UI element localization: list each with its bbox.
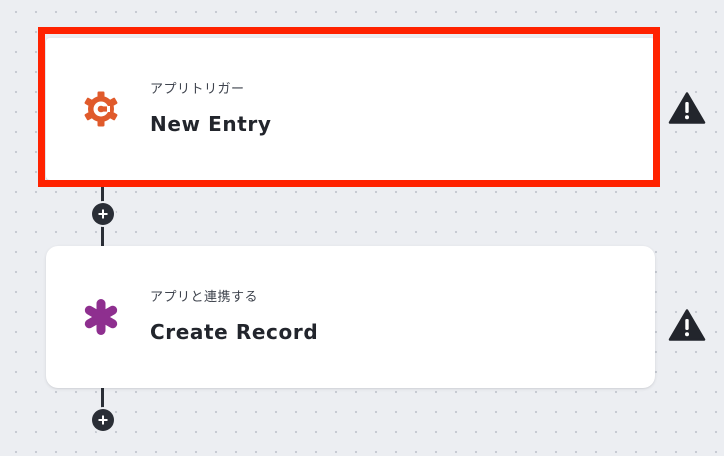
add-step-button[interactable]	[92, 203, 114, 225]
step-text: アプリトリガー New Entry	[150, 38, 272, 180]
step-text: アプリと連携する Create Record	[150, 246, 318, 388]
step-type-label: アプリトリガー	[150, 82, 245, 97]
flow-canvas: アプリトリガー New Entry アプリと連携する Create Record	[0, 0, 724, 456]
plus-icon	[98, 209, 108, 219]
cog-c-icon	[80, 88, 122, 130]
warning-icon[interactable]	[668, 308, 706, 342]
step-card-new-entry[interactable]: アプリトリガー New Entry	[46, 38, 655, 180]
step-title: New Entry	[150, 112, 272, 136]
add-step-button[interactable]	[92, 409, 114, 431]
asterisk-icon	[80, 296, 122, 338]
plus-icon	[98, 415, 108, 425]
step-type-label: アプリと連携する	[150, 290, 259, 305]
step-title: Create Record	[150, 320, 319, 344]
warning-icon[interactable]	[668, 91, 706, 125]
step-card-create-record[interactable]: アプリと連携する Create Record	[46, 246, 655, 388]
